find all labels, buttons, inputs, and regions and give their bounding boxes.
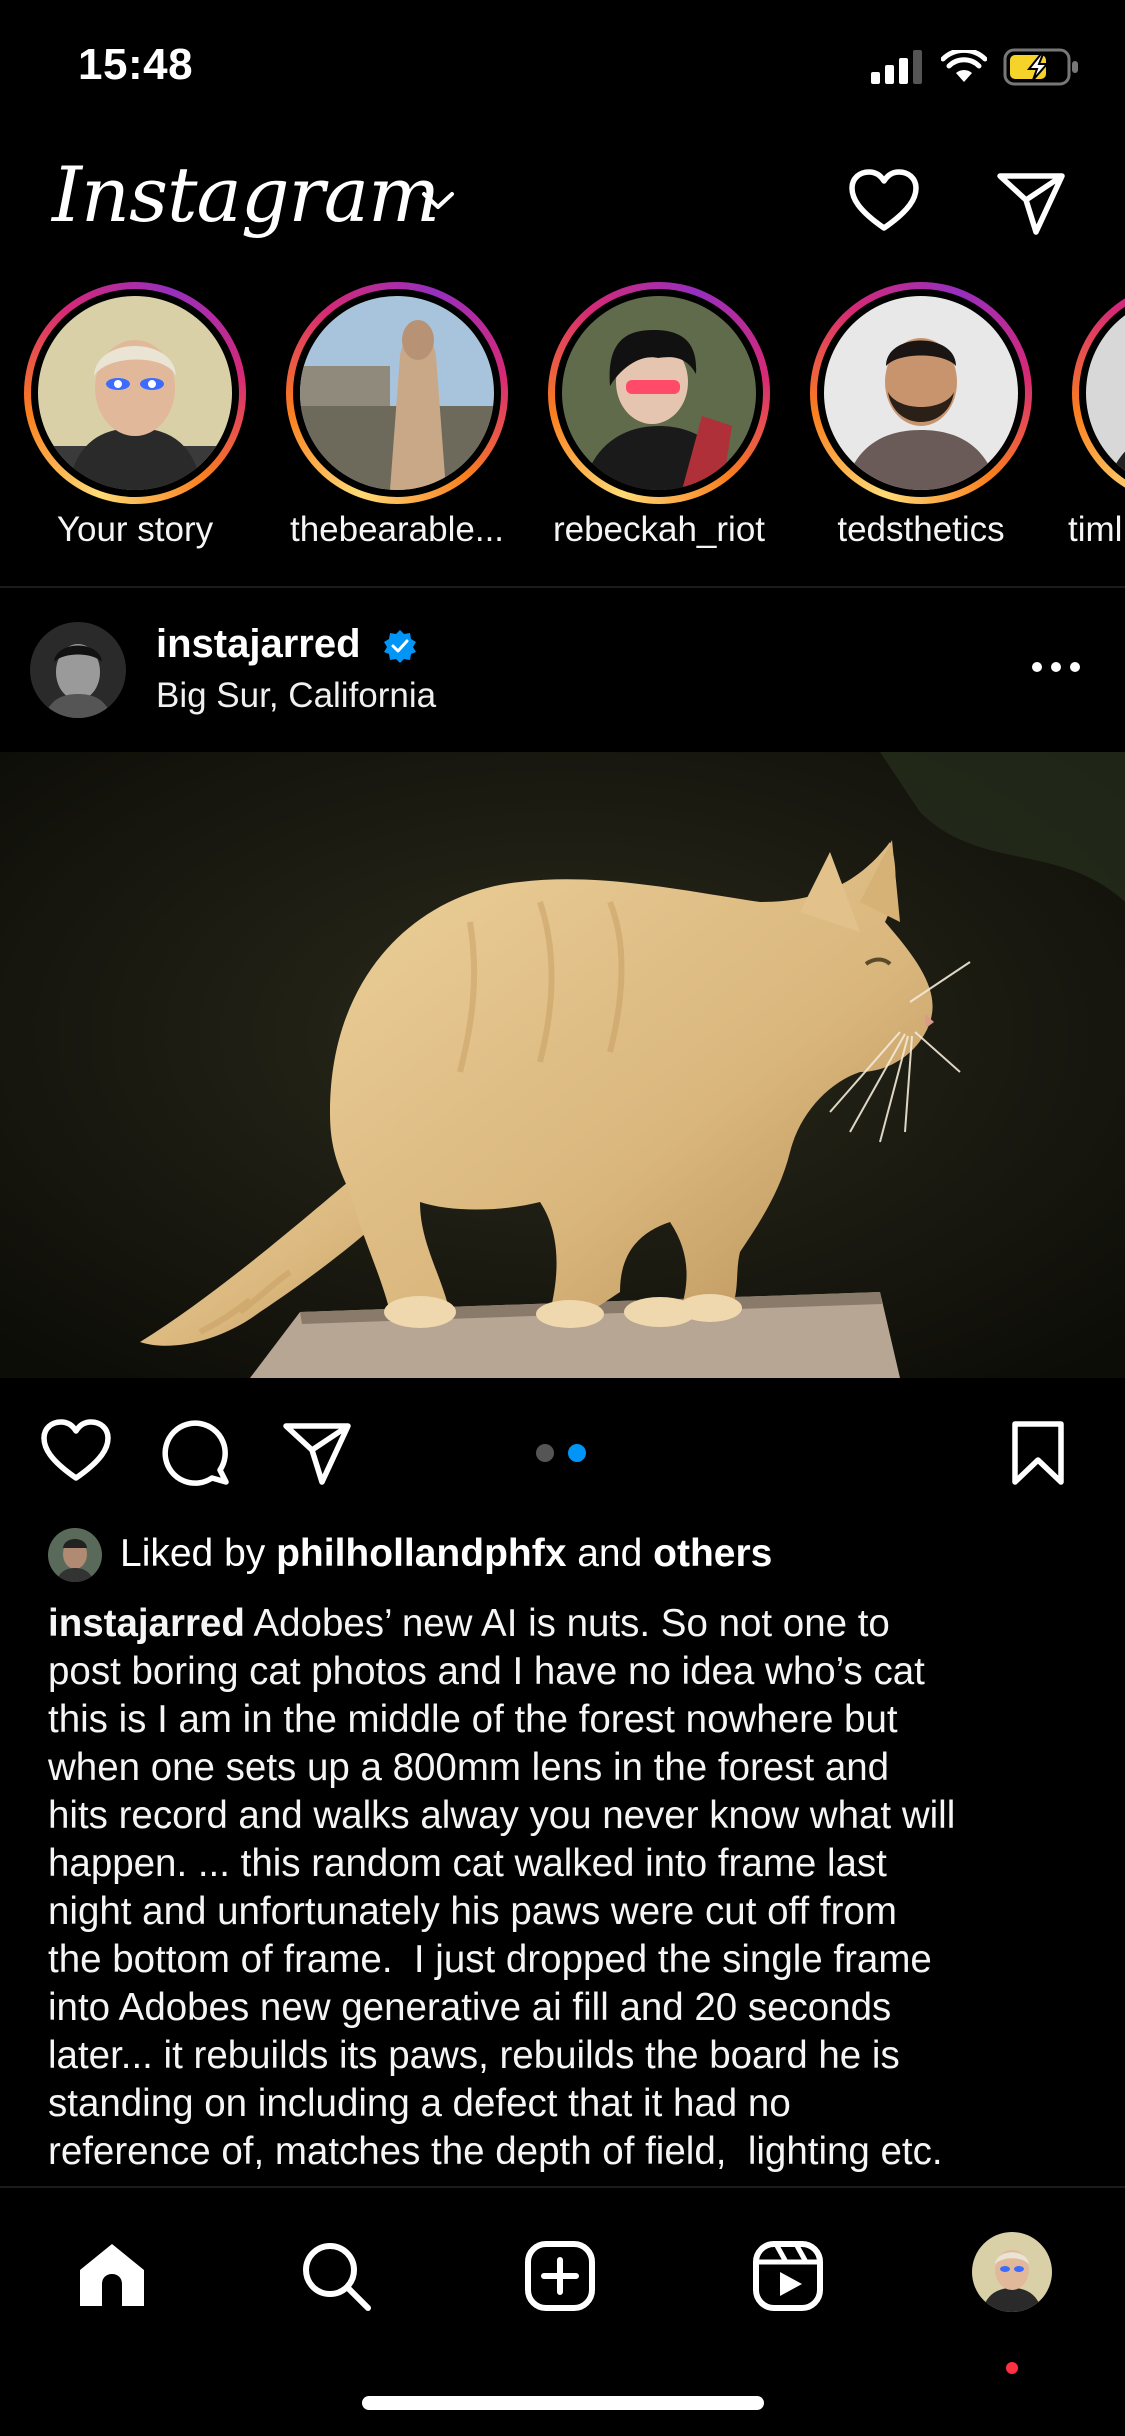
comment-bubble-icon[interactable] [162,1418,232,1488]
caption-line: when one sets up a 800mm lens in the for… [48,1746,890,1789]
caption-line: instajarred Adobes’ new AI is nuts. So n… [48,1602,890,1645]
caption-line: the bottom of frame. I just dropped the … [48,1938,932,1981]
post-actions [0,1378,1125,1528]
liked-by-user[interactable]: philhollandphfx [276,1532,566,1575]
post-header: instajarred Big Sur, California [0,600,1125,750]
instagram-logo[interactable]: Instagram [52,150,440,239]
heart-icon[interactable] [848,168,920,234]
likes-others[interactable]: others [653,1532,772,1575]
caption-username[interactable]: instajarred [48,1602,245,1645]
avatar [48,1528,102,1582]
battery-charging-icon [1003,48,1078,86]
caption-line: into Adobes new generative ai fill and 2… [48,1986,892,2029]
story-item[interactable]: tedsthetics [806,282,1036,572]
plus-square-icon[interactable] [524,2240,596,2312]
carousel-dot-active [568,1444,586,1462]
caption-line: reference of, matches the depth of field… [48,2130,943,2173]
stories-tray[interactable]: Your story thebearable... rebeckah_riot … [0,282,1125,582]
caption-line: post boring cat photos and I have no ide… [48,1650,925,1693]
carousel-indicator [536,1444,586,1462]
caption-line: standing on including a defect that it h… [48,2082,791,2125]
home-icon[interactable] [76,2240,148,2310]
status-bar: 15:48 [0,0,1125,140]
likes-middle: and [566,1532,654,1575]
avatar [300,296,494,490]
avatar[interactable] [30,622,126,718]
likes-prefix: Liked by [120,1532,277,1575]
home-indicator[interactable] [362,2396,764,2410]
profile-avatar[interactable] [972,2232,1052,2312]
caption-line: later... it rebuilds its paws, rebuilds … [48,2034,900,2077]
notification-dot [1006,2362,1018,2374]
paper-plane-icon[interactable] [996,170,1066,236]
story-label: tedsthetics [837,510,1005,549]
ellipsis-icon[interactable] [1030,660,1082,674]
divider [0,586,1125,588]
story-label: thebearable... [289,510,505,549]
caption-line: hits record and walks alway you never kn… [48,1794,956,1837]
caption-line: happen. ... this random cat walked into … [48,1842,887,1885]
story-item[interactable]: timl [1068,282,1125,572]
story-item[interactable]: thebearable... [282,282,512,572]
status-time: 15:48 [78,40,194,89]
status-icons [871,48,1081,86]
story-label: timl [1068,510,1123,549]
likes-text: Liked by philhollandphfx and others [120,1532,772,1576]
top-header: Instagram [0,140,1125,270]
story-label: rebeckah_riot [552,510,766,549]
avatar [38,296,232,490]
cellular-signal-icon [871,50,922,84]
post-location[interactable]: Big Sur, California [156,676,436,716]
story-your-story[interactable]: Your story [20,282,250,572]
bookmark-icon[interactable] [1010,1420,1066,1486]
caption-line: this is I am in the middle of the forest… [48,1698,898,1741]
avatar [824,296,1018,490]
share-paper-plane-icon[interactable] [282,1420,352,1486]
wifi-icon [941,50,987,82]
search-icon[interactable] [300,2240,372,2312]
story-item[interactable]: rebeckah_riot [544,282,774,572]
likes-row[interactable]: Liked by philhollandphfx and others [0,1526,1125,1586]
chevron-down-icon[interactable] [420,190,456,212]
avatar [562,296,756,490]
like-heart-icon[interactable] [40,1418,112,1484]
caption-line: night and unfortunately his paws were cu… [48,1890,897,1933]
post-caption: instajarred Adobes’ new AI is nuts. So n… [48,1600,1088,2176]
post-username[interactable]: instajarred [156,622,361,667]
reels-icon[interactable] [752,2240,824,2312]
carousel-dot [536,1444,554,1462]
story-label: Your story [56,510,214,549]
post-image[interactable] [0,752,1125,1378]
verified-badge-icon [384,630,416,663]
